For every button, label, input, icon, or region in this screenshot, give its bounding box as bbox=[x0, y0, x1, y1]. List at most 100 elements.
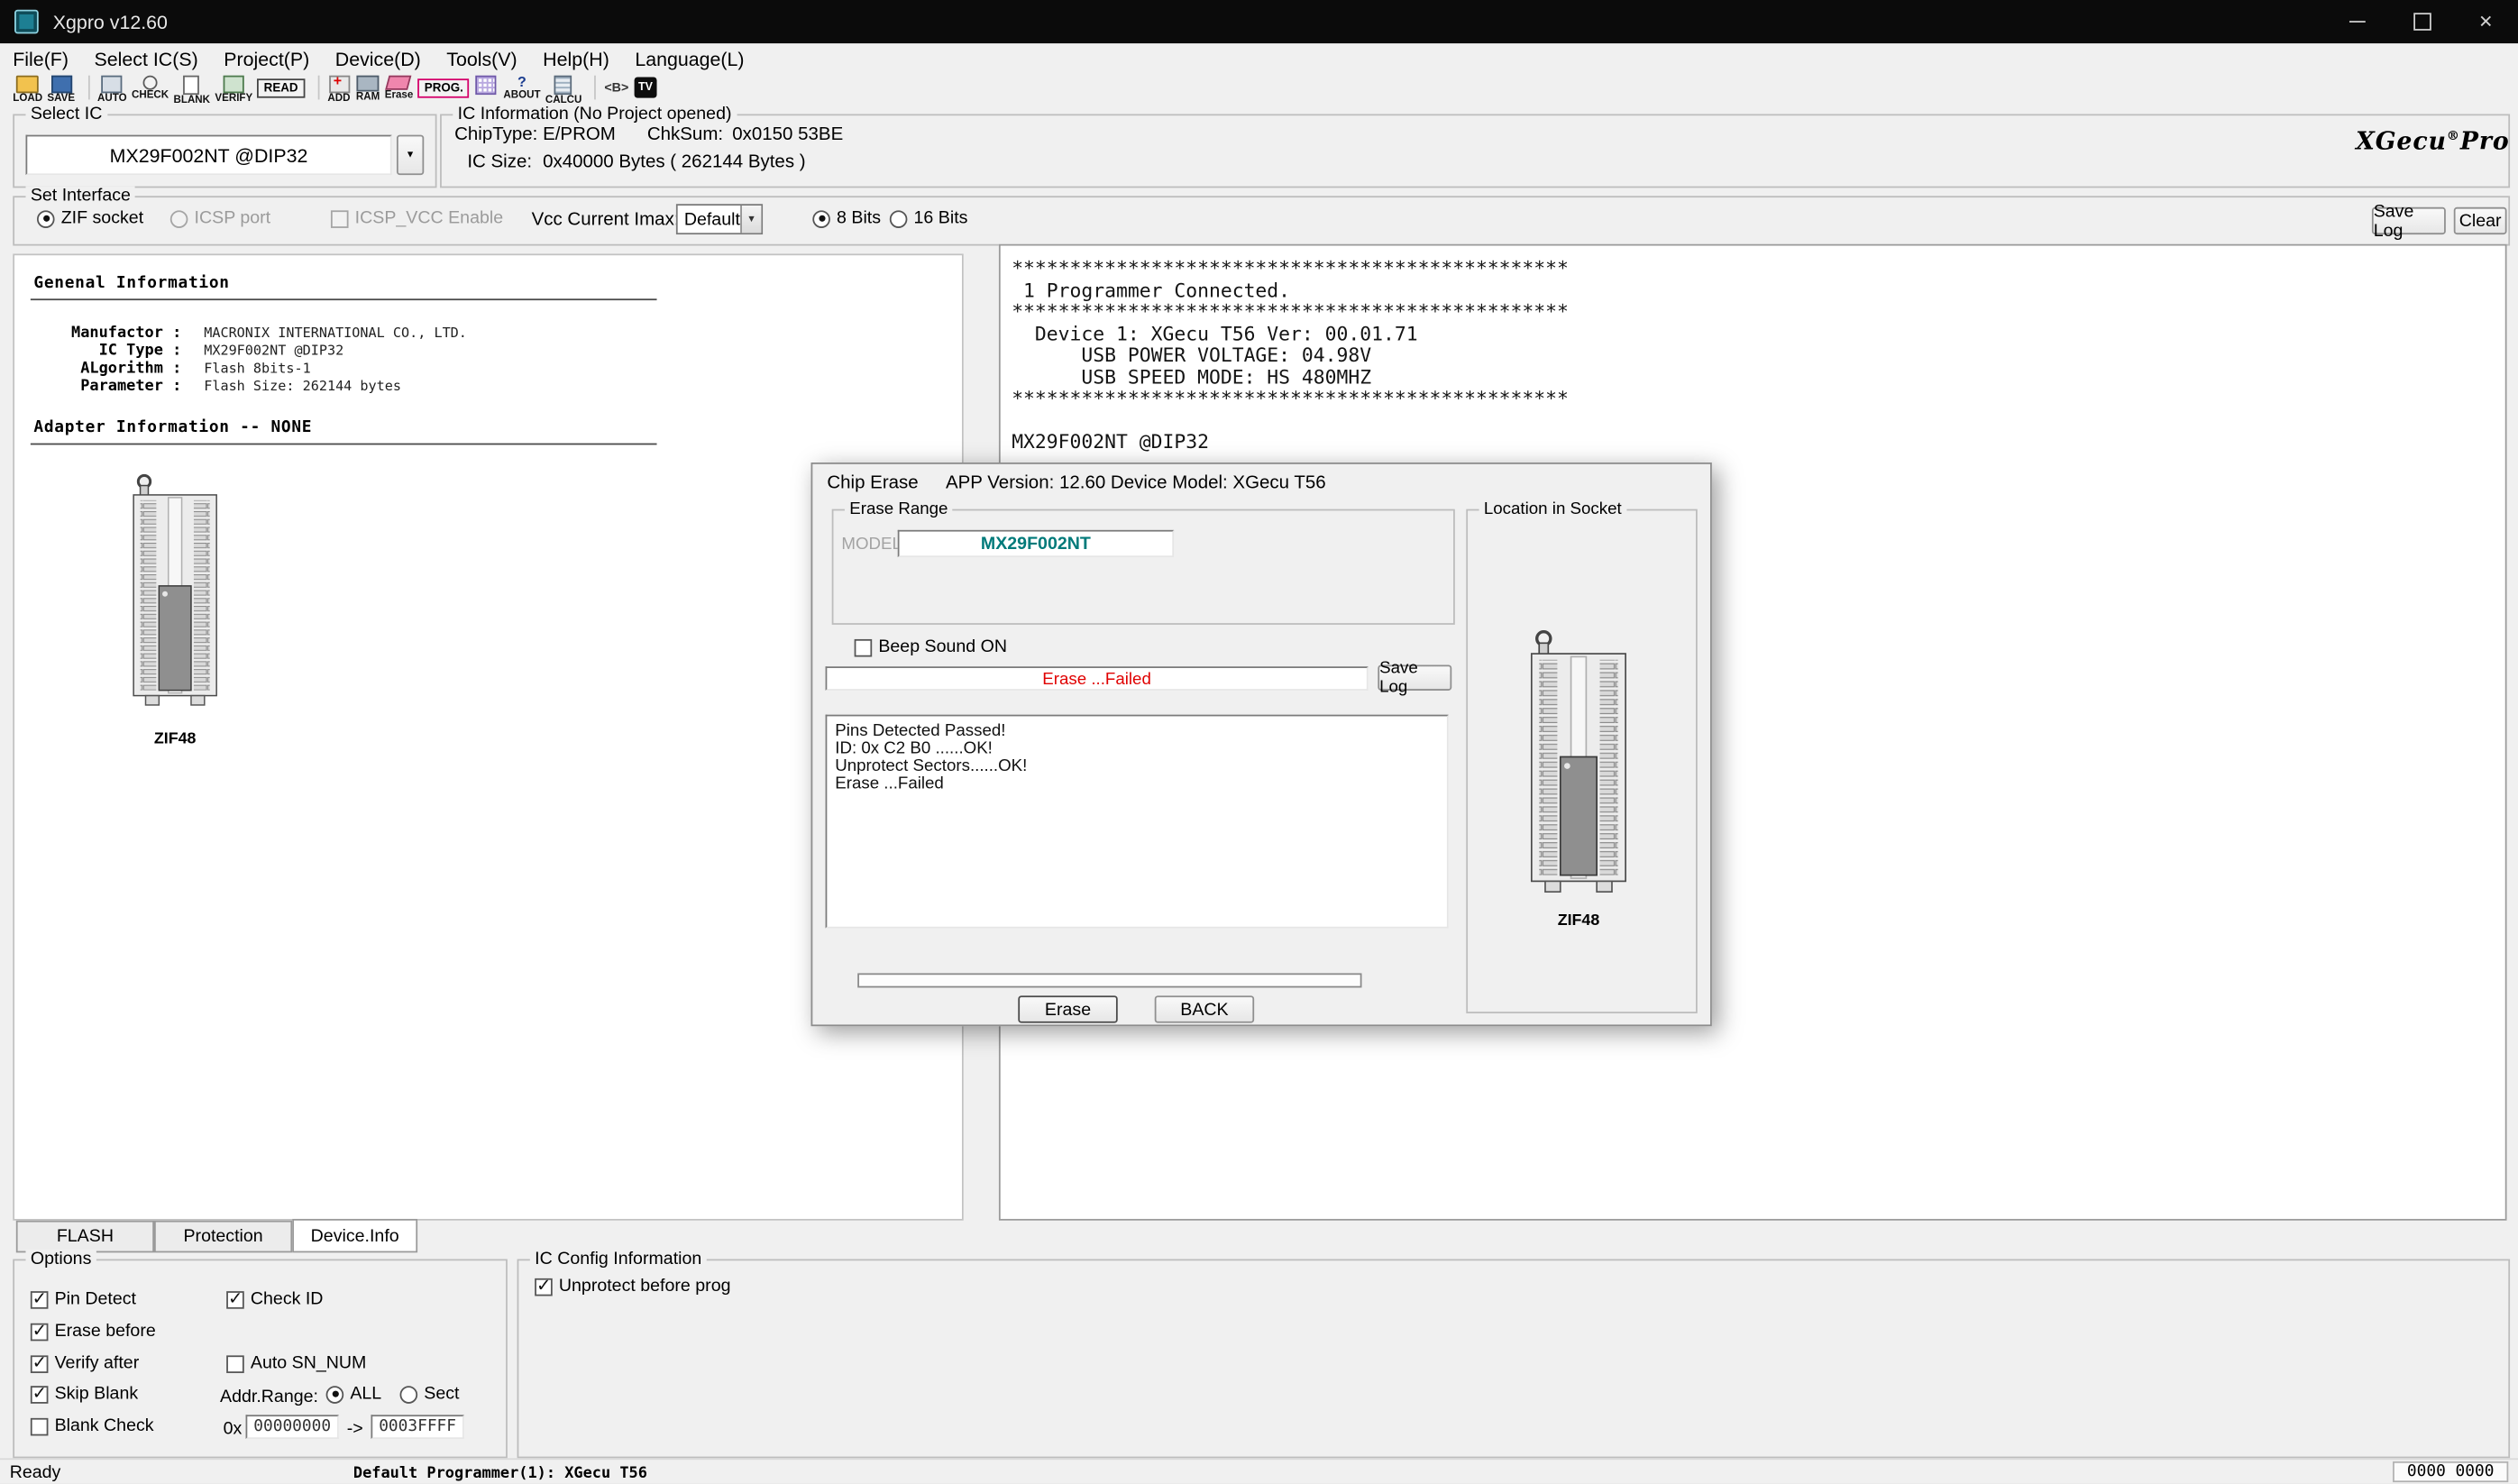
zif-socket-icon bbox=[127, 471, 224, 715]
title-bar: Xgpro v12.60 ✕ bbox=[0, 0, 2518, 43]
zif-socket-radio[interactable]: ZIF socket bbox=[37, 209, 143, 228]
read-boxed-label: READ bbox=[258, 78, 305, 97]
log-text: ****************************************… bbox=[1001, 246, 2505, 467]
app-icon bbox=[14, 10, 39, 34]
ic-info-group: IC Information (No Project opened) ChipT… bbox=[440, 114, 2510, 188]
toolbar-blank-button[interactable]: BLANK bbox=[174, 76, 211, 106]
icsize-label: IC Size: bbox=[467, 152, 532, 171]
tab-device-info[interactable]: Device.Info bbox=[292, 1219, 417, 1252]
toolbar-read-button[interactable]: READ bbox=[258, 76, 305, 98]
dialog-log-box: Pins Detected Passed! ID: 0x C2 B0 .....… bbox=[826, 715, 1449, 929]
addr-from-input[interactable] bbox=[246, 1415, 339, 1439]
icsize-value: 0x40000 Bytes ( 262144 Bytes ) bbox=[543, 152, 806, 171]
divider bbox=[31, 298, 657, 300]
addr-range-label: Addr.Range: bbox=[220, 1388, 318, 1406]
addr-to-input[interactable] bbox=[371, 1415, 463, 1439]
magnifier-icon bbox=[143, 76, 158, 90]
chevron-down-icon: ▼ bbox=[740, 206, 761, 233]
auto-sn-num-checkbox[interactable]: Auto SN_NUM bbox=[226, 1354, 366, 1373]
unprotect-before-prog-checkbox[interactable]: Unprotect before prog bbox=[535, 1277, 730, 1296]
select-ic-legend: Select IC bbox=[26, 105, 107, 124]
model-label: MODEL bbox=[841, 535, 902, 554]
menu-file[interactable]: File(F) bbox=[0, 45, 81, 74]
status-counter: 0000 0000 bbox=[2393, 1461, 2508, 1482]
dialog-title: Chip EraseAPP Version: 12.60 Device Mode… bbox=[827, 473, 1325, 492]
addr-all-radio[interactable]: ALL bbox=[326, 1384, 382, 1403]
toolbar-bits-button[interactable]: <B> bbox=[604, 76, 628, 95]
blank-check-checkbox[interactable]: Blank Check bbox=[31, 1416, 154, 1435]
menu-project[interactable]: Project(P) bbox=[211, 45, 323, 74]
options-group: Options Pin Detect Check ID Erase before… bbox=[13, 1260, 508, 1459]
ic-info-legend: IC Information (No Project opened) bbox=[453, 105, 737, 124]
minimize-icon bbox=[2349, 21, 2366, 23]
select-ic-dropdown-button[interactable]: ▼ bbox=[397, 135, 424, 176]
tab-protection[interactable]: Protection bbox=[154, 1221, 292, 1253]
erase-button[interactable]: Erase bbox=[1018, 995, 1117, 1022]
toolbar-about-button[interactable]: ABOUT bbox=[503, 76, 540, 102]
toolbar-separator bbox=[87, 76, 89, 100]
chip-erase-dialog: Chip EraseAPP Version: 12.60 Device Mode… bbox=[811, 463, 1712, 1026]
location-in-socket-group: Location in Socket ZIF48 bbox=[1466, 509, 1698, 1013]
skip-blank-checkbox[interactable]: Skip Blank bbox=[31, 1384, 138, 1403]
zif-socket-graphic bbox=[1524, 627, 1633, 902]
zif48-label: ZIF48 bbox=[127, 730, 224, 748]
check-id-checkbox[interactable]: Check ID bbox=[226, 1289, 323, 1308]
hex-prefix-label: 0x bbox=[224, 1420, 243, 1439]
status-ready: Ready bbox=[10, 1463, 61, 1482]
toolbar-ram-button[interactable]: RAM bbox=[356, 76, 380, 103]
toolbar-auto-button[interactable]: AUTO bbox=[97, 76, 127, 105]
toolbar-grid-button[interactable] bbox=[474, 76, 499, 95]
status-programmer: Default Programmer(1): XGecu T56 bbox=[353, 1465, 647, 1483]
ic-config-group: IC Config Information Unprotect before p… bbox=[517, 1260, 2511, 1459]
progress-bar bbox=[857, 973, 1361, 987]
close-button[interactable]: ✕ bbox=[2454, 0, 2518, 43]
chksum-value: 0x0150 53BE bbox=[732, 125, 843, 144]
back-button[interactable]: BACK bbox=[1155, 995, 1254, 1022]
toolbar-verify-button[interactable]: VERIFY bbox=[215, 76, 252, 105]
selected-ic-field[interactable]: MX29F002NT @DIP32 bbox=[26, 135, 392, 176]
icsp-port-radio[interactable]: ICSP port bbox=[170, 209, 270, 228]
beep-sound-checkbox[interactable]: Beep Sound ON bbox=[855, 637, 1007, 656]
toolbar-prog-button[interactable]: PROG. bbox=[418, 76, 470, 98]
add-chip-icon bbox=[328, 76, 349, 94]
toolbar-separator bbox=[595, 76, 597, 100]
chiptype-value: E/PROM bbox=[543, 125, 616, 144]
dialog-log-text: Pins Detected Passed! ID: 0x C2 B0 .....… bbox=[827, 716, 1447, 800]
vcc-current-select[interactable]: Default ▼ bbox=[676, 204, 763, 234]
menu-select-ic[interactable]: Select IC(S) bbox=[81, 45, 211, 74]
toolbar-check-button[interactable]: CHECK bbox=[132, 76, 169, 102]
save-log-button[interactable]: Save Log bbox=[2372, 207, 2446, 234]
toolbar-calcu-button[interactable]: CALCU bbox=[545, 76, 582, 106]
model-value-field: MX29F002NT bbox=[898, 530, 1174, 557]
xgpro-window: Xgpro v12.60 ✕ File(F) Select IC(S) Proj… bbox=[0, 0, 2518, 1484]
folder-open-icon bbox=[16, 76, 39, 94]
icsp-vcc-checkbox[interactable]: ICSP_VCC Enable bbox=[331, 209, 503, 228]
toolbar-add-button[interactable]: ADD bbox=[327, 76, 352, 105]
vcc-current-label: Vcc Current Imax: bbox=[532, 210, 680, 229]
general-information-header: Genenal Information bbox=[33, 275, 229, 293]
menu-device[interactable]: Device(D) bbox=[323, 45, 435, 74]
addr-sect-radio[interactable]: Sect bbox=[400, 1384, 460, 1403]
chevron-down-icon: ▼ bbox=[406, 151, 416, 160]
pin-detect-checkbox[interactable]: Pin Detect bbox=[31, 1289, 136, 1308]
maximize-button[interactable] bbox=[2390, 0, 2454, 43]
clear-button[interactable]: Clear bbox=[2454, 207, 2507, 234]
chksum-label: ChkSum: bbox=[647, 125, 723, 144]
minimize-button[interactable] bbox=[2325, 0, 2389, 43]
8-bits-radio[interactable]: 8 Bits bbox=[812, 209, 881, 228]
menu-help[interactable]: Help(H) bbox=[530, 45, 622, 74]
blank-page-icon bbox=[184, 76, 200, 95]
toolbar-tv-button[interactable]: TV bbox=[634, 76, 658, 98]
toolbar-load-button[interactable]: LOAD bbox=[13, 76, 42, 105]
verify-after-checkbox[interactable]: Verify after bbox=[31, 1354, 139, 1373]
erase-before-checkbox[interactable]: Erase before bbox=[31, 1322, 156, 1341]
menu-language[interactable]: Language(L) bbox=[622, 45, 757, 74]
dialog-save-log-button[interactable]: Save Log bbox=[1378, 664, 1451, 691]
menu-tools[interactable]: Tools(V) bbox=[434, 45, 530, 74]
tab-flash[interactable]: FLASH bbox=[16, 1221, 154, 1253]
16-bits-radio[interactable]: 16 Bits bbox=[890, 209, 968, 228]
toolbar-erase-button[interactable]: Erase bbox=[385, 76, 414, 102]
prog-boxed-label: PROG. bbox=[418, 78, 470, 97]
toolbar-save-button[interactable]: SAVE bbox=[47, 76, 75, 105]
verify-icon bbox=[224, 76, 244, 94]
